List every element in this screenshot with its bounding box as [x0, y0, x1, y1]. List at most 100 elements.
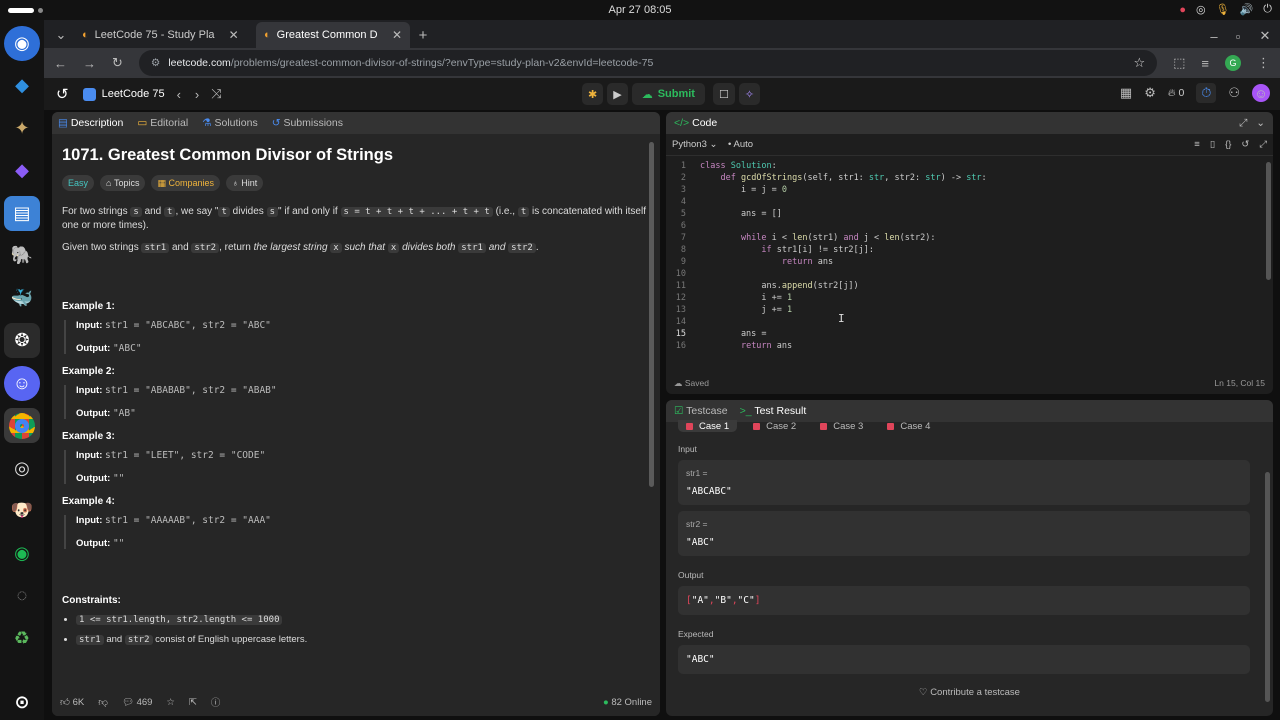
files-icon[interactable]: ▤	[4, 195, 40, 231]
text: For two strings	[62, 206, 128, 217]
expected-value[interactable]: "ABC"	[686, 654, 1242, 665]
topics-tag[interactable]: ⌂ Topics	[100, 175, 146, 191]
settings-gear-icon[interactable]: ⚙	[1144, 85, 1156, 101]
power-icon[interactable]: ⏻	[1263, 3, 1272, 16]
prev-problem-icon[interactable]: ‹	[177, 87, 181, 102]
minimize-icon[interactable]: –	[1202, 24, 1226, 48]
tab-submissions[interactable]: ↺ Submissions	[272, 117, 343, 129]
language-select[interactable]: Python3 ⌄	[672, 139, 717, 150]
share-icon[interactable]: ⇱	[189, 697, 197, 708]
tab-test-result[interactable]: >_ Test Result	[740, 405, 807, 417]
extensions-icon[interactable]: ⬚	[1173, 55, 1185, 71]
tab-testcase[interactable]: ☑ Testcase	[674, 405, 728, 417]
example-heading: Example 3:	[62, 431, 115, 442]
description-scrollbar[interactable]	[649, 142, 654, 487]
workspace-indicator-2[interactable]	[38, 8, 43, 13]
tab-gcd-strings[interactable]: ◐ Greatest Common Divis ✕	[256, 22, 410, 48]
case-tab-4[interactable]: Case 4	[879, 420, 938, 432]
debug-button[interactable]: ✱	[582, 83, 604, 105]
case-tab-1[interactable]: Case 1	[678, 420, 738, 432]
maximize-panel-icon[interactable]: ⤢	[1239, 117, 1247, 129]
streak[interactable]: 🔥︎ 0	[1168, 87, 1184, 100]
layout-icon[interactable]: ▦	[1120, 85, 1132, 101]
postgres-icon[interactable]: 🐘	[4, 238, 40, 273]
text: consist of English uppercase letters.	[155, 634, 308, 645]
test-scrollbar[interactable]	[1265, 472, 1270, 702]
timer-icon[interactable]: ⏱	[1196, 83, 1217, 103]
microphone-icon[interactable]: 🎙	[1216, 3, 1230, 16]
user-avatar[interactable]: ☺	[1252, 84, 1270, 102]
minimize-panel-icon[interactable]: ⌄	[1256, 117, 1265, 129]
media-icon[interactable]: ≡	[1201, 56, 1209, 71]
shuffle-icon[interactable]: ⤨	[211, 86, 221, 102]
tab-solutions[interactable]: ⚗ Solutions	[202, 117, 258, 129]
hint-tag[interactable]: ♁ Hint	[226, 175, 264, 191]
dislike-icon[interactable]: 👎︎	[98, 696, 108, 708]
reset-icon[interactable]: ↺	[1241, 139, 1249, 150]
close-window-icon[interactable]: ✕	[1250, 24, 1280, 48]
tab-description[interactable]: ▤ Description	[58, 117, 123, 129]
format-icon[interactable]: ≡	[1194, 139, 1200, 150]
tab-editorial[interactable]: ▭ Editorial	[137, 117, 188, 129]
bruno-icon[interactable]: 🐶	[4, 493, 40, 528]
contribute-testcase-link[interactable]: ♡ Contribute a testcase	[666, 687, 1273, 698]
add-user-icon[interactable]: ⚇	[1228, 85, 1240, 101]
ai-button[interactable]: ✧	[738, 83, 761, 105]
workspace-indicator[interactable]	[8, 8, 34, 13]
davinci-icon[interactable]: ❂	[4, 323, 40, 359]
next-problem-icon[interactable]: ›	[195, 87, 199, 102]
discord-icon[interactable]: ☺	[4, 365, 40, 401]
obs-icon[interactable]: ◎	[4, 451, 40, 486]
docker-icon[interactable]: 🐳	[4, 281, 40, 316]
bookmark-icon[interactable]: ▯	[1210, 139, 1215, 150]
chromium-icon[interactable]: ◉	[4, 26, 40, 61]
like-button[interactable]: 👍︎ 6K	[60, 696, 84, 708]
menu-icon[interactable]: ⋮	[1257, 55, 1270, 71]
submit-button[interactable]: ☁ Submit	[631, 83, 705, 105]
case-tab-2[interactable]: Case 2	[745, 420, 804, 432]
volume-icon[interactable]: 🔊	[1240, 3, 1254, 16]
chrome-icon[interactable]	[4, 408, 40, 444]
favorite-star-icon[interactable]: ☆	[166, 697, 175, 708]
code-scrollbar[interactable]	[1266, 162, 1271, 280]
obsidian-icon[interactable]: ◆	[4, 153, 40, 188]
fullscreen-icon[interactable]: ⤢	[1259, 139, 1267, 150]
vscode-icon[interactable]: ◆	[4, 68, 40, 103]
gimp-icon[interactable]: ✦	[4, 111, 40, 146]
screen-record-icon[interactable]: ●	[1179, 4, 1186, 16]
output-value[interactable]: ["A","B","C"]	[686, 595, 1242, 606]
close-tab-icon[interactable]: ✕	[229, 28, 239, 42]
reload-icon[interactable]: ↻	[112, 55, 123, 71]
var-value[interactable]: "ABCABC"	[686, 486, 1242, 497]
app-grid-icon[interactable]: ⊙	[4, 685, 40, 720]
problem-title[interactable]: 1071. Greatest Common Divisor of Strings	[62, 146, 650, 165]
new-tab-icon[interactable]: +	[410, 22, 436, 48]
chrome-tray-icon[interactable]: ◎	[1196, 3, 1206, 16]
spotify-icon[interactable]: ◉	[4, 536, 40, 571]
run-button[interactable]: ▶	[607, 83, 628, 105]
trash-icon[interactable]: ♻	[4, 621, 40, 656]
disk-icon[interactable]: ◌	[4, 578, 40, 613]
site-info-icon[interactable]: ⚙	[151, 57, 160, 69]
forward-icon[interactable]: →	[83, 56, 96, 71]
var-value[interactable]: "ABC"	[686, 537, 1242, 548]
address-bar[interactable]: ⚙ leetcode.com/problems/greatest-common-…	[138, 50, 1158, 76]
companies-tag[interactable]: ▦ Companies	[151, 175, 221, 191]
code-editor[interactable]: 1 class Solution: 2 def gcdOfStrings(self…	[666, 156, 1273, 366]
maximize-icon[interactable]: ▫	[1226, 24, 1250, 48]
back-icon[interactable]: ←	[54, 56, 67, 71]
profile-avatar[interactable]: G	[1225, 55, 1241, 71]
tab-study-plan[interactable]: ◐ LeetCode 75 - Study Plan ✕	[74, 22, 256, 48]
close-tab-icon[interactable]: ✕	[392, 28, 402, 42]
clock[interactable]: Apr 27 08:05	[609, 4, 672, 16]
leetcode-logo-icon[interactable]: ↺	[56, 85, 69, 103]
notes-button[interactable]: ☐	[712, 83, 735, 105]
bookmark-star-icon[interactable]: ☆	[1133, 55, 1145, 71]
braces-icon[interactable]: {}	[1225, 139, 1231, 150]
case-tab-3[interactable]: Case 3	[812, 420, 871, 432]
comments-button[interactable]: 💬︎ 469	[122, 697, 153, 708]
tab-search-icon[interactable]: ⌄	[48, 22, 74, 48]
study-plan-link[interactable]: LeetCode 75	[102, 88, 165, 100]
help-icon[interactable]: ⓘ	[211, 695, 221, 709]
autocomplete-toggle[interactable]: • Auto	[728, 139, 753, 150]
